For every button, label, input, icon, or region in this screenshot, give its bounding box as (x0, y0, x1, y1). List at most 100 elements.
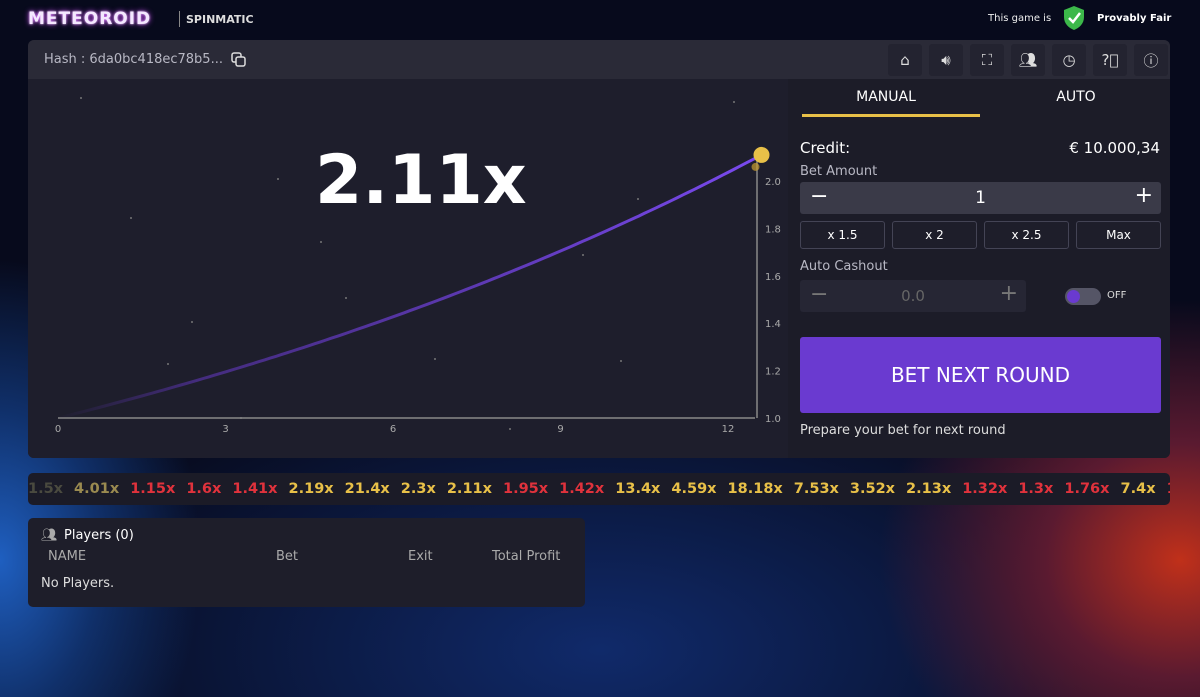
star (620, 360, 622, 362)
star (130, 217, 132, 219)
divider (179, 11, 180, 27)
players-icon[interactable]: 👥︎ (1011, 44, 1045, 76)
bet-next-round-button[interactable]: BET NEXT ROUND (800, 337, 1161, 413)
round-hash: Hash : 6da0bc418ec78b5... (44, 52, 223, 67)
history-item: 2.11x (446, 481, 492, 497)
credit-value: € 10.000,34 (1069, 139, 1160, 157)
star (509, 428, 511, 430)
star (80, 97, 82, 99)
game-area: 0 3 6 9 12 1.0 1.2 1.4 1.6 1.8 2.0 2.11x (28, 79, 788, 458)
x2.5-button[interactable]: x 2.5 (984, 221, 1069, 249)
toggle-knob (1067, 290, 1080, 303)
multiplier-history: 1.5x 4.01x 1.15x 1.6x 1.41x 2.19x 21.4x 2.3x 2.1… (28, 473, 1170, 505)
shield-check-icon (1064, 6, 1084, 30)
increase-cashout-button[interactable]: + (1000, 281, 1018, 306)
help-icon[interactable]: ?⃝ (1093, 44, 1127, 76)
y-tick-label: 1.0 (765, 414, 781, 425)
provably-fair-link[interactable]: Provably Fair (1097, 13, 1171, 24)
bet-amount-stepper[interactable]: − 1 + (800, 182, 1161, 214)
star (345, 297, 347, 299)
bet-hint: Prepare your bet for next round (800, 423, 1006, 438)
history-item: 1.32x (962, 481, 1008, 497)
y-tick-label: 1.4 (765, 319, 781, 330)
star (582, 254, 584, 256)
history-item: 1.41x (232, 481, 278, 497)
star (637, 198, 639, 200)
toolbar: Hash : 6da0bc418ec78b5... ⌂ 🔊︎ ⛶ 👥︎ ◷ ?⃝… (28, 40, 1170, 79)
multiplier-chart: 0 3 6 9 12 1.0 1.2 1.4 1.6 1.8 2.0 (55, 97, 781, 435)
x2-button[interactable]: x 2 (892, 221, 977, 249)
star (434, 358, 436, 360)
auto-cashout-stepper[interactable]: − 0.0 + (800, 280, 1026, 312)
bet-panel: MANUAL AUTO Credit: € 10.000,34 Bet Amou… (790, 79, 1170, 458)
history-item: 1.6x (186, 481, 222, 497)
meteor-icon (753, 146, 770, 163)
star (277, 178, 279, 180)
x-tick-label: 12 (722, 424, 735, 435)
volume-icon[interactable]: 🔊︎ (929, 44, 963, 76)
x-tick-label: 9 (557, 424, 563, 435)
history-item: 1.95x (502, 481, 549, 497)
brand-name: SPINMATIC (186, 13, 254, 26)
meteor-trail (751, 162, 760, 171)
history-item: 2.13x (906, 481, 952, 497)
history-item: 1.46x (1167, 481, 1170, 497)
star (167, 363, 169, 365)
x1.5-button[interactable]: x 1.5 (800, 221, 885, 249)
history-item: 21.4x (344, 481, 390, 497)
home-icon[interactable]: ⌂ (888, 44, 922, 76)
players-panel: 👥︎ Players (0) NAME Bet Exit Total Profi… (28, 518, 585, 607)
fair-prefix: This game is (988, 13, 1052, 24)
y-tick-label: 2.0 (765, 177, 781, 188)
star (733, 101, 735, 103)
tab-manual[interactable]: MANUAL (796, 89, 976, 105)
history-item: 1.76x (1064, 481, 1110, 497)
active-tab-indicator (802, 114, 980, 117)
y-tick-label: 1.2 (765, 367, 781, 378)
credit-label: Credit: (800, 139, 851, 157)
history-item: 1.42x (559, 481, 605, 497)
toggle-state: OFF (1107, 290, 1127, 301)
auto-cashout-input[interactable]: 0.0 (800, 287, 1026, 305)
y-tick-label: 1.8 (765, 224, 781, 235)
bet-amount-label: Bet Amount (800, 164, 878, 179)
current-multiplier: 2.11x (315, 141, 527, 220)
history-item: 2.3x (400, 481, 436, 497)
col-exit: Exit (408, 549, 433, 564)
auto-cashout-toggle[interactable] (1065, 288, 1101, 305)
no-players-message: No Players. (41, 576, 115, 591)
x-tick-label: 3 (222, 424, 228, 435)
history-list: 1.5x 4.01x 1.15x 1.6x 1.41x 2.19x 21.4x 2.3x 2.1… (28, 473, 1170, 505)
auto-cashout-label: Auto Cashout (800, 259, 888, 274)
meteoroid-logo: METEOROID (28, 9, 152, 29)
history-item: 4.59x (671, 481, 717, 497)
history-item: 1.3x (1018, 481, 1054, 497)
star (320, 241, 322, 243)
history-item: 18.18x (727, 481, 783, 497)
history-item: 7.4x (1120, 481, 1156, 497)
col-total-profit: Total Profit (492, 549, 561, 564)
bet-amount-input[interactable]: 1 (800, 188, 1161, 208)
history-item: 1.15x (130, 481, 176, 497)
tab-auto[interactable]: AUTO (986, 89, 1166, 105)
players-title: Players (0) (64, 528, 134, 543)
copy-icon[interactable] (231, 52, 247, 68)
players-icon: 👥︎ (41, 528, 58, 543)
x-tick-label: 6 (390, 424, 396, 435)
col-name: NAME (48, 549, 87, 564)
history-item: 7.53x (793, 481, 839, 497)
x-tick-label: 0 (55, 424, 61, 435)
info-icon[interactable]: ⓘ (1134, 44, 1168, 76)
y-tick-label: 1.6 (765, 272, 781, 283)
history-item: 3.52x (849, 481, 896, 497)
fullscreen-icon[interactable]: ⛶ (970, 44, 1004, 76)
history-item: 1.5x (28, 481, 64, 497)
star (191, 321, 193, 323)
history-item: 2.19x (288, 481, 334, 497)
history-item: 4.01x (74, 481, 120, 497)
increase-bet-button[interactable]: + (1135, 183, 1153, 208)
max-button[interactable]: Max (1076, 221, 1161, 249)
col-bet: Bet (276, 549, 299, 564)
game-panel: Hash : 6da0bc418ec78b5... ⌂ 🔊︎ ⛶ 👥︎ ◷ ?⃝… (28, 40, 1170, 458)
history-icon[interactable]: ◷ (1052, 44, 1086, 76)
